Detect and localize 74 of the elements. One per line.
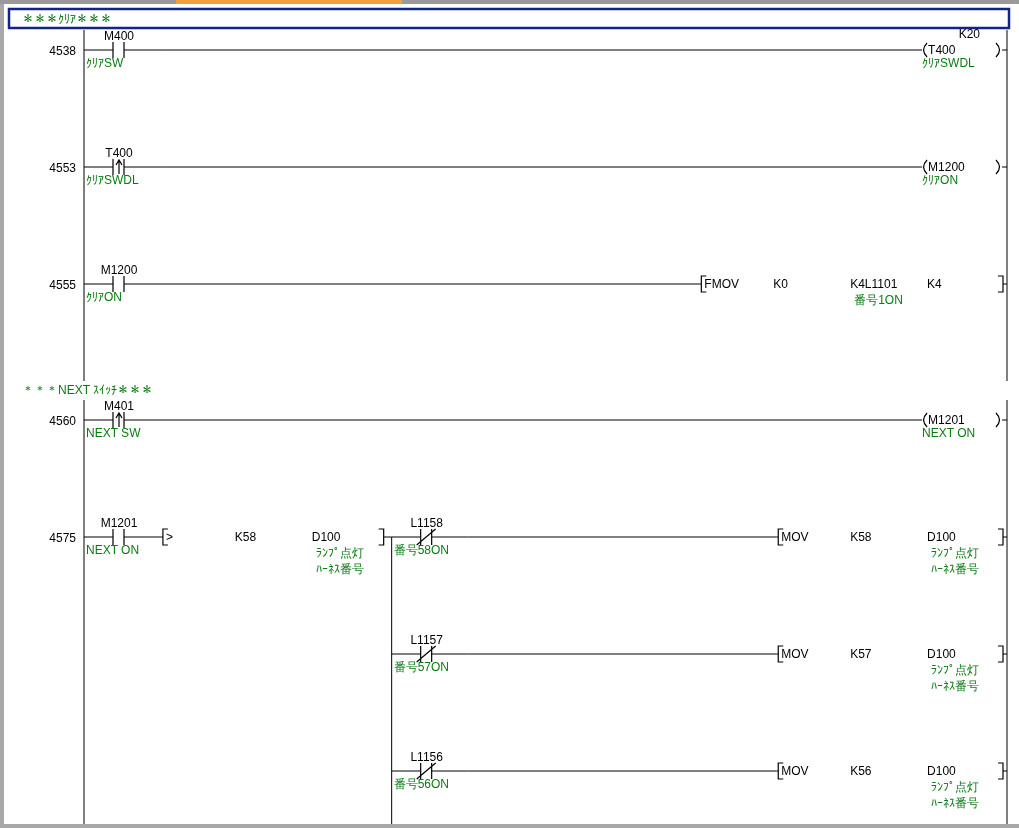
rung-wire <box>83 49 114 51</box>
device-label: L1156 <box>410 750 443 764</box>
instruction-operand: K4L1101 <box>850 277 898 291</box>
rung-wire <box>83 536 114 538</box>
normally-closed-contact-icon <box>416 645 437 663</box>
device-comment: 番号57ON <box>393 660 450 674</box>
device-label: T400 <box>105 146 133 160</box>
statement-comment: ＊＊＊NEXT ｽｲｯﾁ＊＊＊ <box>22 383 154 397</box>
instruction-mnemonic: > <box>165 530 173 544</box>
rung-wire <box>83 419 114 421</box>
device-label: M1201 <box>928 413 965 427</box>
instruction-mnemonic: FMOV <box>704 277 739 291</box>
device-comment: ﾗﾝﾌﾟ点灯 ﾊｰﾈｽ番号 <box>315 546 364 576</box>
device-label: L1157 <box>410 633 443 647</box>
rung-wire <box>1002 536 1008 538</box>
device-label: L1158 <box>410 516 443 530</box>
instruction-operand: D100 <box>311 530 341 544</box>
rung-wire <box>391 770 422 772</box>
device-label: M400 <box>104 29 134 43</box>
cursor-frame[interactable] <box>7 7 1011 30</box>
timer-setting: K20 <box>958 27 980 41</box>
instruction-operand: D100 <box>927 764 956 778</box>
instruction-operand: K56 <box>850 764 872 778</box>
step-number: 4553 <box>49 161 76 175</box>
rising-edge-contact-icon <box>112 158 125 176</box>
step-number: 4555 <box>49 278 76 292</box>
instruction-operand: K0 <box>773 277 788 291</box>
device-label: T400 <box>928 43 956 57</box>
rung-wire <box>1001 49 1008 51</box>
instruction-operand: K58 <box>850 530 872 544</box>
device-label: M1201 <box>100 516 138 530</box>
device-comment: 番号58ON <box>393 543 450 557</box>
device-comment: NEXT SW <box>86 426 141 440</box>
rung-wire <box>83 166 114 168</box>
device-comment: NEXT ON <box>86 543 140 557</box>
rung-wire <box>1002 653 1008 655</box>
rising-edge-contact-icon <box>112 411 125 429</box>
device-comment: 番号1ON <box>854 293 903 307</box>
device-comment: ｸﾘｱSW <box>86 56 124 70</box>
rung-wire <box>1001 166 1008 168</box>
device-comment: ｸﾘｱON <box>922 173 959 187</box>
device-label: M1200 <box>100 263 138 277</box>
statement-comment: ＊＊＊ｸﾘｱ＊＊＊ <box>22 12 112 26</box>
instruction-operand: K4 <box>927 277 942 291</box>
rung-wire <box>1001 419 1008 421</box>
normally-open-contact-icon <box>112 41 125 59</box>
device-comment: ｸﾘｱON <box>86 290 122 304</box>
normally-closed-contact-icon <box>416 762 437 780</box>
rung-wire <box>83 283 114 285</box>
device-comment: 番号56ON <box>393 777 450 791</box>
device-label: M1200 <box>928 160 965 174</box>
device-comment: NEXT ON <box>922 426 976 440</box>
device-label: M401 <box>104 399 134 413</box>
device-comment: ｸﾘｱSWDL <box>922 56 975 70</box>
instruction-operand: K58 <box>234 530 257 544</box>
instruction-mnemonic: MOV <box>781 647 809 661</box>
instruction-operand: D100 <box>927 530 956 544</box>
normally-open-contact-icon <box>112 275 125 293</box>
rung-wire <box>391 653 422 655</box>
device-comment: ﾗﾝﾌﾟ点灯 ﾊｰﾈｽ番号 <box>931 546 980 576</box>
step-number: 4560 <box>49 414 76 428</box>
normally-open-contact-icon <box>112 528 125 546</box>
device-comment: ﾗﾝﾌﾟ点灯 ﾊｰﾈｽ番号 <box>931 780 980 810</box>
instruction-mnemonic: MOV <box>781 764 809 778</box>
instruction-operand: K57 <box>850 647 872 661</box>
device-comment: ｸﾘｱSWDL <box>86 173 139 187</box>
rung-wire <box>1002 770 1008 772</box>
instruction-operand: D100 <box>927 647 956 661</box>
device-comment: ﾗﾝﾌﾟ点灯 ﾊｰﾈｽ番号 <box>931 663 980 693</box>
rung-wire <box>1002 283 1008 285</box>
instruction-mnemonic: MOV <box>781 530 809 544</box>
step-number: 4575 <box>49 531 76 545</box>
normally-closed-contact-icon <box>416 528 437 546</box>
step-number: 4538 <box>49 44 76 58</box>
